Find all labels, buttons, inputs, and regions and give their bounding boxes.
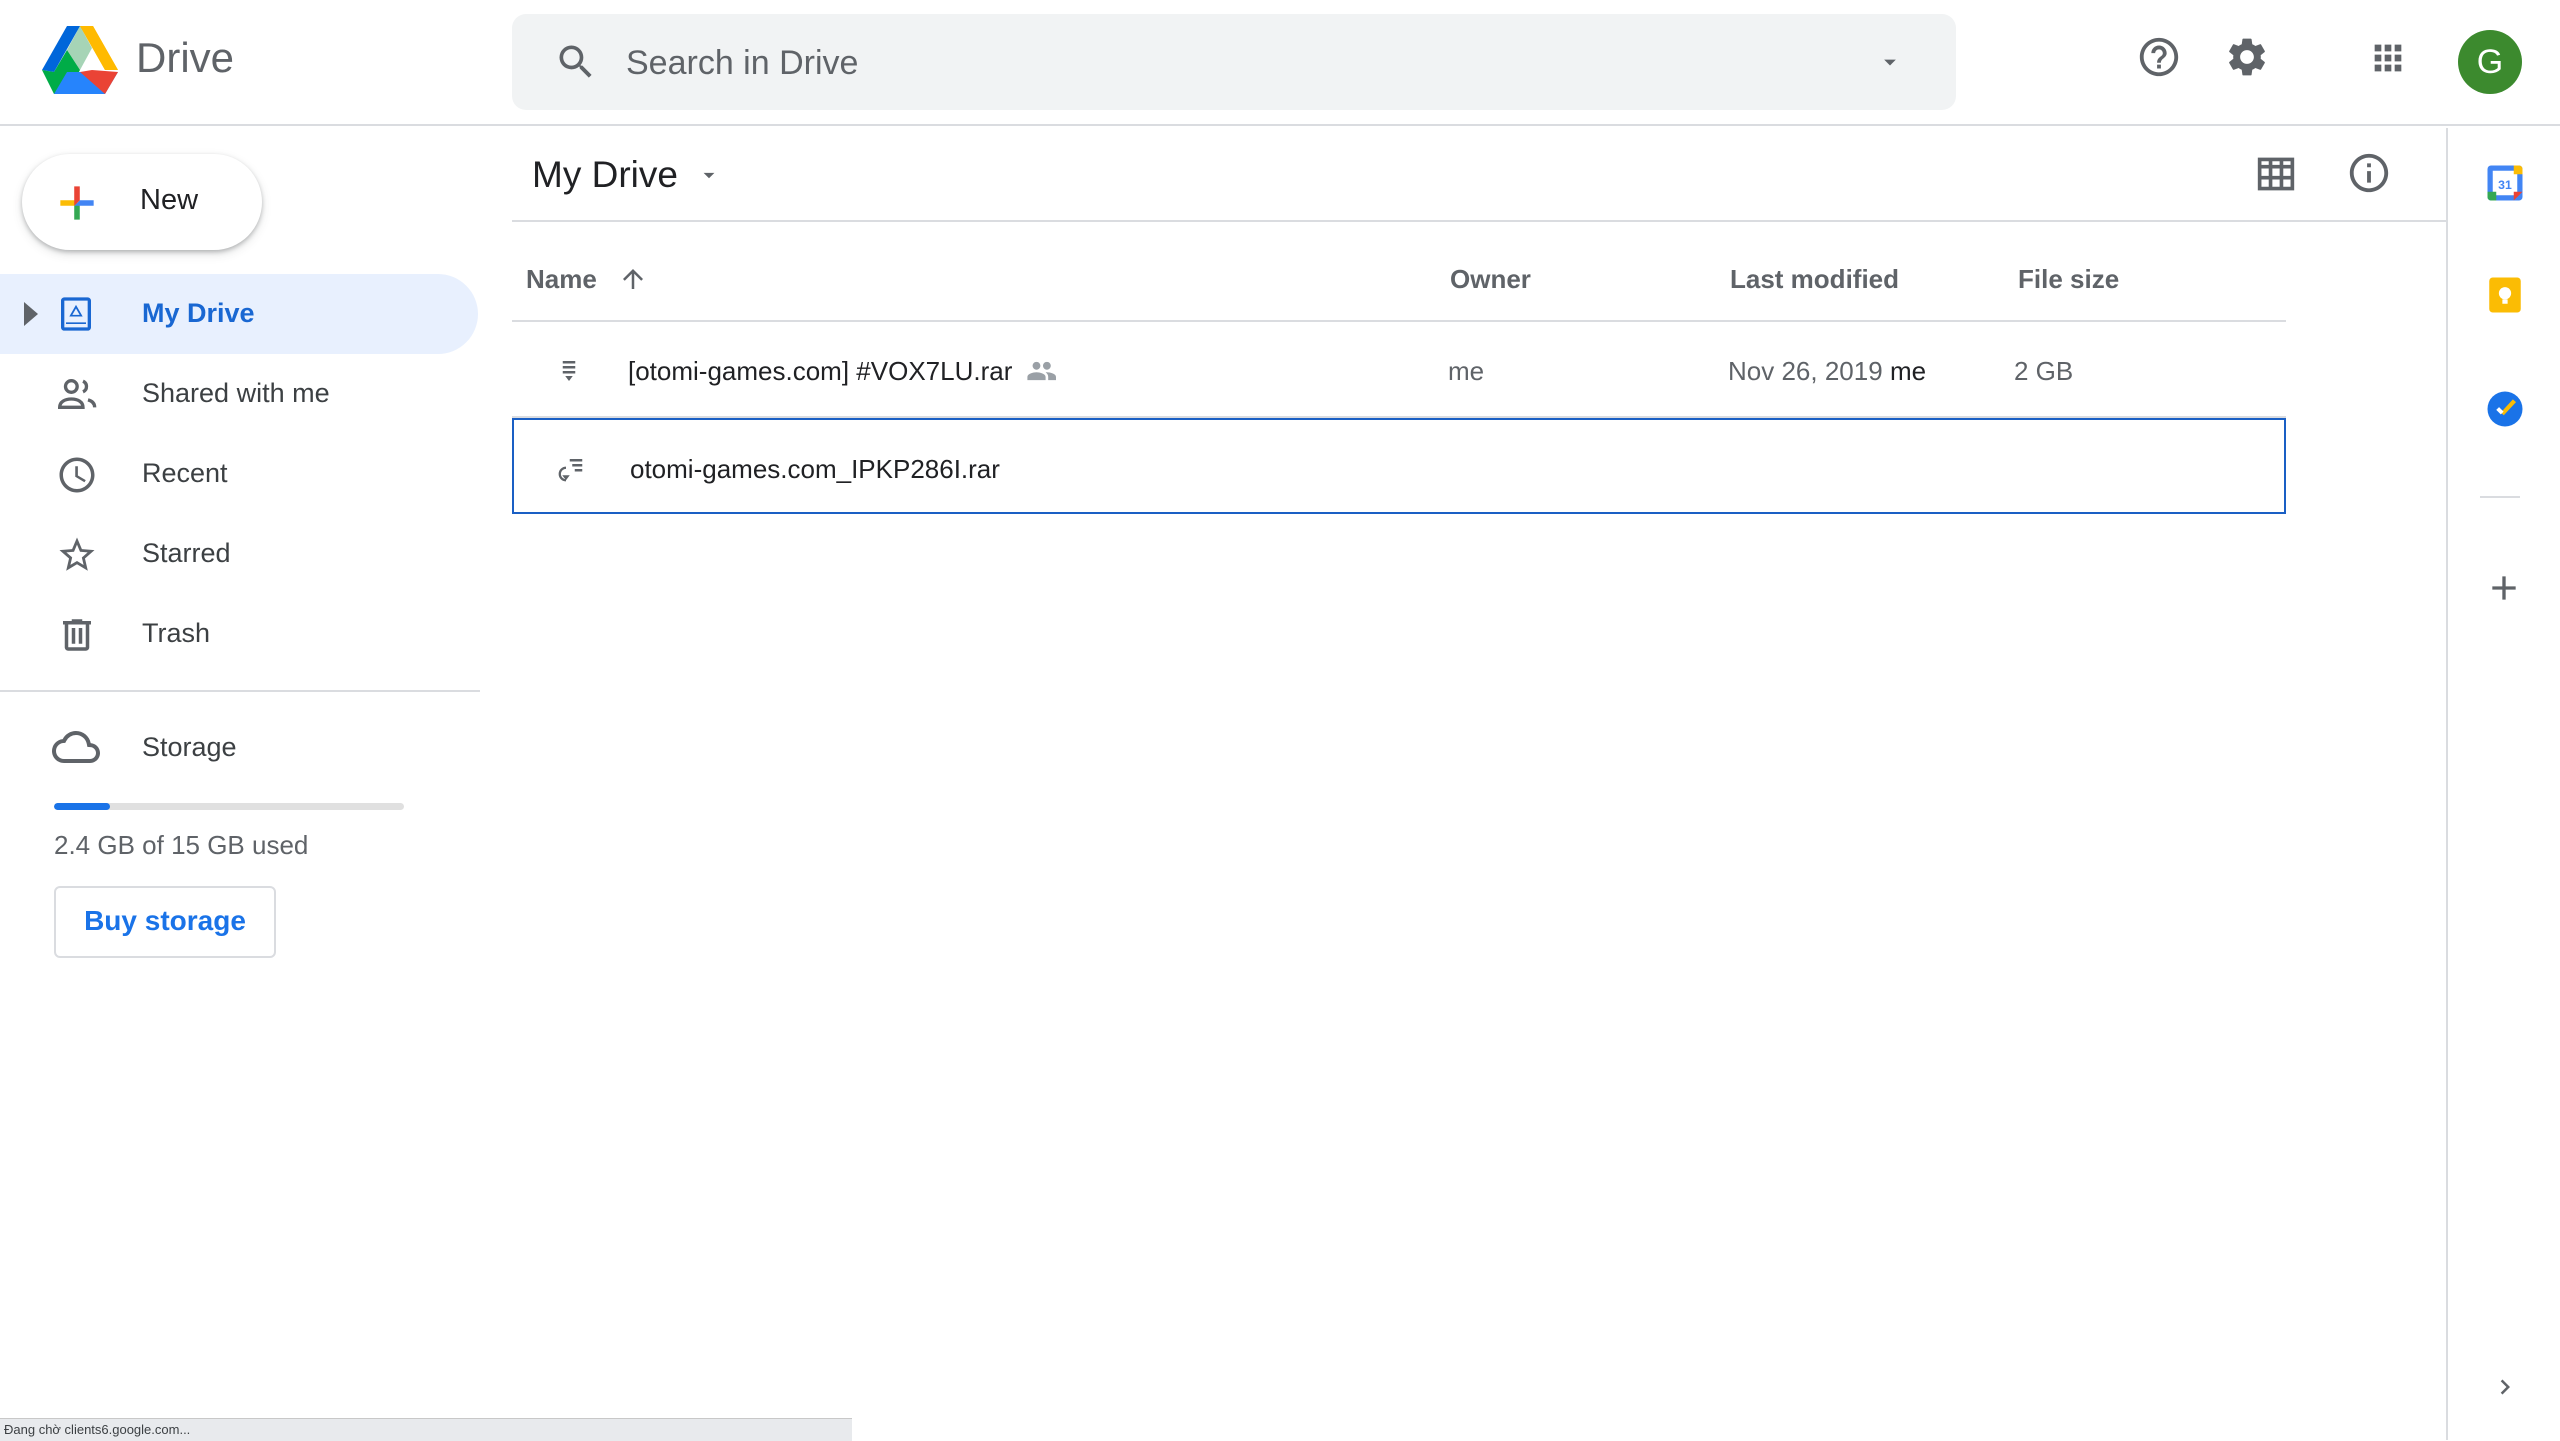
star-icon (56, 534, 98, 576)
app-title[interactable]: Drive (136, 34, 234, 82)
sidebar-item-label: My Drive (142, 298, 255, 328)
gear-icon[interactable] (2224, 34, 2270, 80)
uploading-file-icon (556, 454, 586, 484)
header-bar: Drive G (0, 0, 2560, 126)
plus-icon (52, 178, 102, 228)
browser-status-bar: Đang chờ clients6.google.com... (0, 1418, 852, 1441)
cloud-icon (52, 728, 100, 766)
file-modified-by: me (1890, 356, 1927, 386)
divider (2480, 496, 2520, 498)
keep-icon[interactable] (2484, 274, 2526, 316)
file-last-modified: Nov 26, 2019 (1728, 356, 1883, 386)
chevron-right-icon[interactable] (2490, 1372, 2520, 1402)
column-header-name[interactable]: Name (526, 264, 597, 295)
page-title: My Drive (532, 154, 678, 195)
table-row-selected[interactable]: otomi-games.com_IPKP286I.rar (512, 418, 2286, 514)
chevron-down-icon (696, 162, 722, 188)
storage-usage-text: 2.4 GB of 15 GB used (54, 830, 309, 860)
search-icon[interactable] (554, 40, 598, 84)
new-button-label: New (140, 184, 199, 216)
sidebar-item-my-drive[interactable]: My Drive (0, 274, 478, 354)
archive-file-icon (554, 356, 584, 386)
buy-storage-button[interactable]: Buy storage (54, 886, 276, 958)
avatar[interactable]: G (2458, 30, 2522, 94)
main-toolbar: My Drive (512, 128, 2446, 222)
file-list-header: Name Owner Last modified File size (512, 224, 2286, 322)
sidebar-item-label: Starred (142, 538, 231, 568)
sidebar-item-recent[interactable]: Recent (0, 434, 478, 514)
calendar-icon[interactable]: 31 (2484, 162, 2526, 204)
table-row[interactable]: [otomi-games.com] #VOX7LU.rar me Nov 26,… (512, 322, 2286, 418)
storage-progress-bar (54, 803, 404, 810)
storage-progress-fill (54, 803, 110, 810)
search-options-chevron-down-icon[interactable] (1876, 48, 1904, 76)
new-button[interactable]: New (22, 154, 262, 250)
sidebar-item-trash[interactable]: Trash (0, 594, 478, 674)
column-header-owner[interactable]: Owner (1450, 264, 1531, 295)
search-input[interactable] (624, 34, 1808, 92)
storage-label: Storage (142, 732, 237, 762)
file-name: otomi-games.com_IPKP286I.rar (630, 454, 1000, 484)
help-icon[interactable] (2136, 34, 2182, 80)
sidebar-item-label: Shared with me (142, 378, 330, 408)
sidebar-item-label: Recent (142, 458, 228, 488)
arrow-up-sort-icon[interactable] (618, 264, 648, 294)
my-drive-menu-button[interactable]: My Drive (532, 148, 722, 202)
sidebar-item-label: Trash (142, 618, 211, 648)
trash-icon (56, 614, 98, 656)
clock-icon (56, 454, 98, 496)
column-header-last-modified[interactable]: Last modified (1730, 264, 1899, 295)
info-icon[interactable] (2346, 150, 2392, 196)
calendar-day-number: 31 (2498, 178, 2512, 192)
sidebar-item-shared-with-me[interactable]: Shared with me (0, 354, 478, 434)
drive-logo-icon[interactable] (42, 26, 118, 94)
file-name: [otomi-games.com] #VOX7LU.rar (628, 356, 1013, 386)
side-panel: 31 (2446, 128, 2560, 1440)
divider (0, 690, 480, 692)
tasks-icon[interactable] (2484, 388, 2526, 430)
grid-view-icon[interactable] (2254, 154, 2298, 194)
file-owner: me (1448, 356, 1485, 386)
shared-people-icon (1026, 358, 1060, 384)
sidebar-item-starred[interactable]: Starred (0, 514, 478, 594)
caret-right-icon[interactable] (24, 302, 40, 326)
status-text: Đang chờ clients6.google.com... (4, 1422, 191, 1437)
my-drive-icon (56, 294, 96, 334)
plus-icon[interactable] (2484, 568, 2524, 608)
sidebar-item-storage[interactable]: Storage (0, 706, 478, 786)
search-bar[interactable] (512, 14, 1956, 110)
people-icon (56, 374, 100, 414)
apps-grid-icon[interactable] (2368, 38, 2408, 78)
file-size: 2 GB (2014, 356, 2074, 386)
column-header-file-size[interactable]: File size (2018, 264, 2119, 295)
